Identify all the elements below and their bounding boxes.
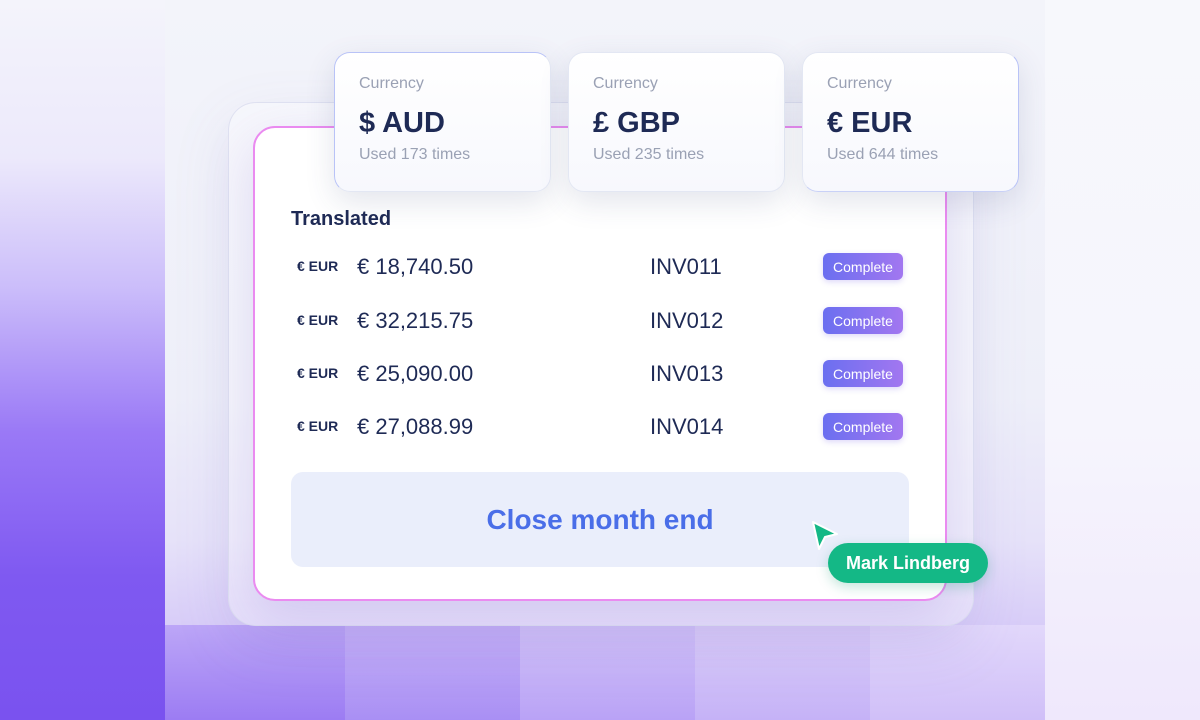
status-badge: Complete [823,253,903,280]
background-bar [520,625,695,720]
currency-tile-aud[interactable]: Currency $ AUD Used 173 times [334,52,551,192]
currency-code: € EUR [297,365,339,381]
currency-value: £ GBP [593,107,681,139]
currency-usage: Used 173 times [359,146,471,163]
invoice-id: INV014 [650,414,724,439]
amount: € 25,090.00 [357,361,474,386]
table-row[interactable]: € EUR € 25,090.00 INV013 Complete [291,354,911,394]
background-bar [345,625,520,720]
invoice-id: INV012 [650,308,724,333]
collaborator-name-tag: Mark Lindberg [828,543,989,583]
currency-code: € EUR [297,418,339,434]
background-bar [165,625,345,720]
background-bar [870,625,1045,720]
currency-value: $ AUD [359,107,445,139]
currency-tile-eur[interactable]: Currency € EUR Used 644 times [802,52,1019,192]
currency-code: € EUR [297,312,339,328]
background-left-gradient [0,0,180,720]
invoice-id: INV013 [650,361,724,386]
currency-value: € EUR [827,107,913,139]
table-row[interactable]: € EUR € 27,088.99 INV014 Complete [291,407,911,447]
currency-caption: Currency [593,75,658,92]
background-bar [695,625,870,720]
background-right-gradient [1045,0,1200,720]
amount: € 32,215.75 [357,308,474,333]
currency-caption: Currency [827,75,892,92]
currency-tile-gbp[interactable]: Currency £ GBP Used 235 times [568,52,785,192]
table-row[interactable]: € EUR € 32,215.75 INV012 Complete [291,301,911,341]
amount: € 18,740.50 [357,254,474,279]
currency-usage: Used 644 times [827,146,939,163]
currency-caption: Currency [359,75,424,92]
amount: € 27,088.99 [357,414,474,439]
currency-usage: Used 235 times [593,146,705,163]
status-badge: Complete [823,307,903,334]
status-badge: Complete [823,360,903,387]
currency-code: € EUR [297,258,339,274]
status-badge: Complete [823,413,903,440]
invoice-id: INV011 [650,254,722,279]
section-title: Translated [291,208,392,230]
table-row[interactable]: € EUR € 18,740.50 INV011 Complete [291,247,911,287]
